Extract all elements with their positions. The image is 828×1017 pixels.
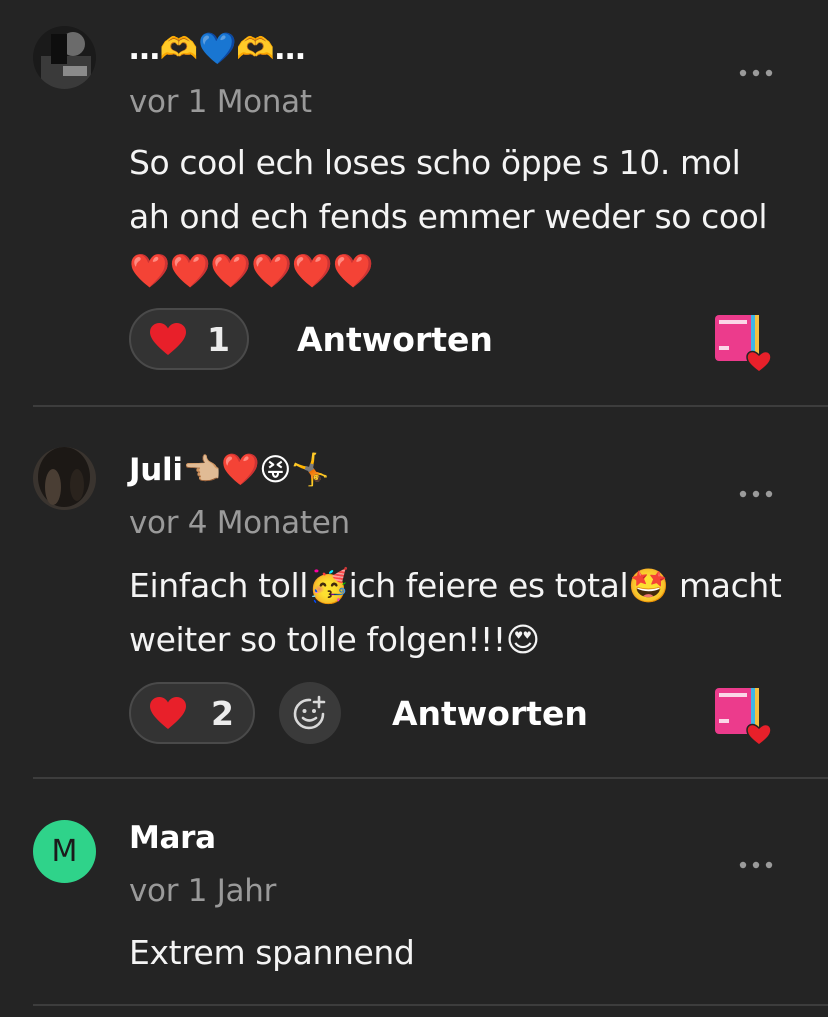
more-dots-icon[interactable] — [736, 63, 776, 83]
heart-icon — [150, 697, 186, 729]
comment-divider — [33, 405, 828, 407]
heart-icon — [150, 323, 186, 355]
comment-timestamp: vor 1 Monat — [129, 84, 312, 120]
add-reaction-button[interactable] — [279, 682, 341, 744]
creator-liked-badge-icon — [715, 315, 772, 373]
add-reaction-icon — [293, 695, 326, 730]
comment-text: Extrem spannend — [129, 933, 415, 972]
comment-text: So cool ech loses scho öppe s 10. mol ah… — [129, 143, 768, 290]
more-dots-icon[interactable] — [736, 855, 776, 875]
comment-text: Einfach toll🥳ich feiere es total🤩 macht … — [129, 566, 782, 659]
comment-divider — [33, 1004, 828, 1006]
comment-timestamp: vor 1 Jahr — [129, 873, 277, 909]
reply-button[interactable]: Antworten — [392, 694, 588, 733]
like-count: 2 — [211, 693, 234, 733]
comment-divider — [33, 777, 828, 779]
comment-author: Juli👈🏼❤️😝🤸 — [129, 452, 330, 488]
comment-timestamp: vor 4 Monaten — [129, 505, 350, 541]
more-dots-icon[interactable] — [736, 484, 776, 504]
reply-button[interactable]: Antworten — [297, 320, 493, 359]
comment-author: …🫶💙🫶… — [129, 31, 306, 67]
avatar[interactable] — [33, 26, 96, 89]
like-count: 1 — [207, 319, 230, 359]
creator-liked-badge-icon — [715, 688, 772, 746]
comment-author: Mara — [129, 820, 216, 856]
like-reaction-button[interactable]: 1 — [129, 308, 249, 370]
avatar[interactable]: M — [33, 820, 96, 883]
like-reaction-button[interactable]: 2 — [129, 682, 255, 744]
avatar[interactable] — [33, 447, 96, 510]
